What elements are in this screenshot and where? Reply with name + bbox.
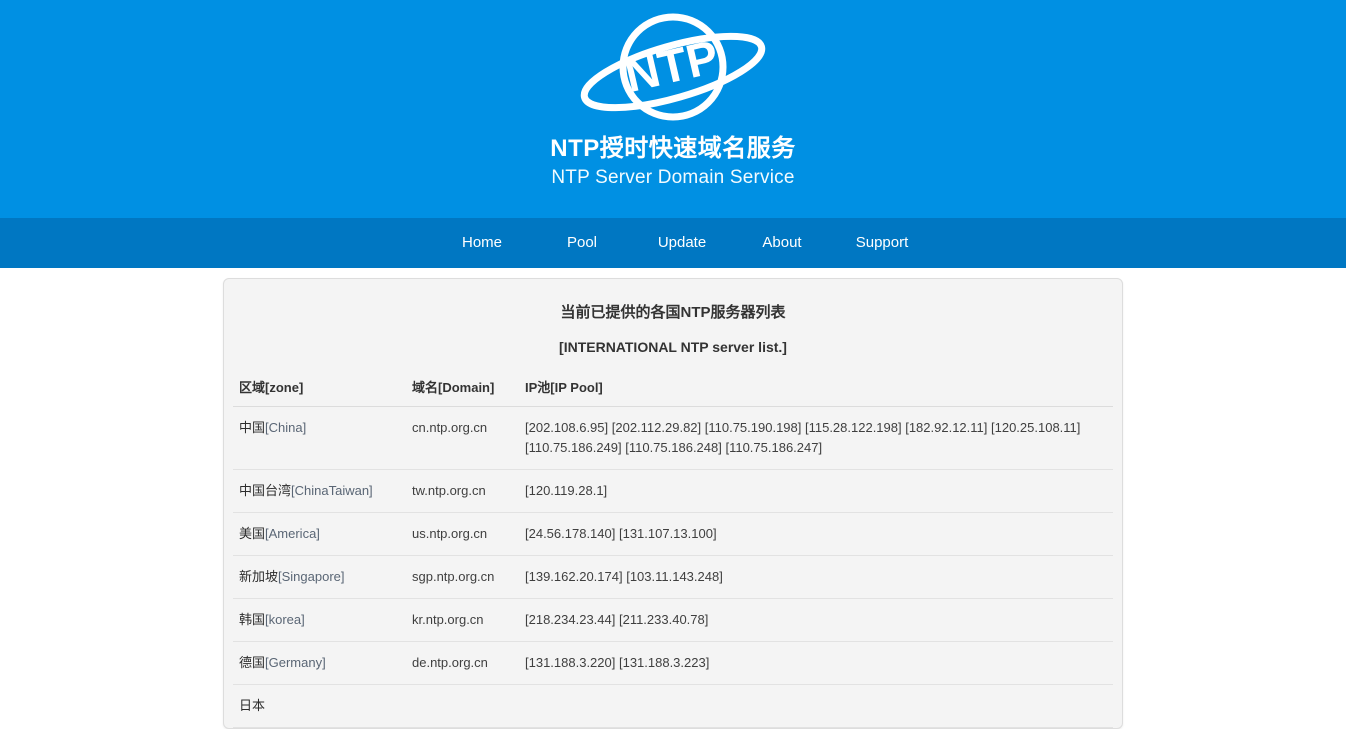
ip-pool-text: [131.188.3.220] [131.188.3.223]	[525, 655, 710, 670]
domain-text: de.ntp.org.cn	[412, 655, 488, 670]
ntp-planet-logo-icon: NTP	[573, 12, 773, 130]
ip-pool-text: [202.108.6.95] [202.112.29.82] [110.75.1…	[525, 420, 1081, 455]
cell-zone: 韩国[korea]	[233, 598, 406, 642]
cell-domain: sgp.ntp.org.cn	[406, 555, 519, 599]
table-row: 新加坡[Singapore] sgp.ntp.org.cn [139.162.20.…	[233, 555, 1113, 599]
column-header-zone: 区域[zone]	[233, 373, 406, 407]
brand-title-cn: NTP授时快速域名服务	[550, 135, 796, 162]
domain-text: cn.ntp.org.cn	[412, 420, 488, 435]
table-header-row: 区域[zone] 域名[Domain] IP池[IP Pool]	[233, 373, 1113, 407]
zone-name: 日本	[239, 698, 266, 713]
nav-item-pool[interactable]: Pool	[532, 218, 632, 268]
zone-name: 美国	[239, 526, 266, 541]
cell-ip-pool: [24.56.178.140] [131.107.13.100]	[519, 512, 1113, 556]
cell-ip-pool: [131.188.3.220] [131.188.3.223]	[519, 641, 1113, 685]
nav-item-support[interactable]: Support	[832, 218, 932, 268]
table-row: 日本	[233, 684, 1113, 728]
table-body: 中国[China] cn.ntp.org.cn [202.108.6.95] [20…	[233, 406, 1113, 728]
content-area: 当前已提供的各国NTP服务器列表 [INTERNATIONAL NTP serv…	[0, 268, 1346, 729]
zone-alias: [China]	[265, 420, 307, 435]
zone-alias: [Singapore]	[278, 569, 345, 584]
domain-text: sgp.ntp.org.cn	[412, 569, 495, 584]
table-row: 中国台湾[ChinaTaiwan] tw.ntp.org.cn [120.119.2…	[233, 469, 1113, 513]
column-header-ippool: IP池[IP Pool]	[519, 373, 1113, 407]
cell-zone: 美国[America]	[233, 512, 406, 556]
zone-name: 德国	[239, 655, 266, 670]
ntp-server-table: 区域[zone] 域名[Domain] IP池[IP Pool] 中国[Chin…	[233, 373, 1113, 728]
cell-ip-pool: [218.234.23.44] [211.233.40.78]	[519, 598, 1113, 642]
cell-domain: cn.ntp.org.cn	[406, 406, 519, 470]
table-row: 中国[China] cn.ntp.org.cn [202.108.6.95] [20…	[233, 406, 1113, 470]
zone-name: 新加坡	[239, 569, 279, 584]
table-row: 美国[America] us.ntp.org.cn [24.56.178.140] …	[233, 512, 1113, 556]
cell-zone: 新加坡[Singapore]	[233, 555, 406, 599]
zone-alias: [korea]	[265, 612, 305, 627]
cell-domain: tw.ntp.org.cn	[406, 469, 519, 513]
domain-text: tw.ntp.org.cn	[412, 483, 486, 498]
ip-pool-text: [120.119.28.1]	[525, 483, 608, 498]
server-list-panel: 当前已提供的各国NTP服务器列表 [INTERNATIONAL NTP serv…	[223, 278, 1123, 729]
domain-text: kr.ntp.org.cn	[412, 612, 484, 627]
nav-item-update[interactable]: Update	[632, 218, 732, 268]
cell-zone: 中国[China]	[233, 406, 406, 470]
column-header-domain: 域名[Domain]	[406, 373, 519, 407]
zone-name: 中国	[239, 420, 266, 435]
site-header: NTP NTP授时快速域名服务 NTP Server Domain Servic…	[0, 0, 1346, 218]
table-row: 德国[Germany] de.ntp.org.cn [131.188.3.220] …	[233, 641, 1113, 685]
ip-pool-text: [24.56.178.140] [131.107.13.100]	[525, 526, 717, 541]
cell-ip-pool: [139.162.20.174] [103.11.143.248]	[519, 555, 1113, 599]
table-row: 韩国[korea] kr.ntp.org.cn [218.234.23.44] [2…	[233, 598, 1113, 642]
cell-domain: kr.ntp.org.cn	[406, 598, 519, 642]
cell-domain: us.ntp.org.cn	[406, 512, 519, 556]
ip-pool-text: [218.234.23.44] [211.233.40.78]	[525, 612, 709, 627]
cell-zone: 德国[Germany]	[233, 641, 406, 685]
zone-alias: [ChinaTaiwan]	[291, 483, 373, 498]
panel-title: 当前已提供的各国NTP服务器列表	[560, 304, 786, 321]
zone-name: 中国台湾	[239, 483, 292, 498]
zone-name: 韩国	[239, 612, 266, 627]
cell-ip-pool	[519, 684, 1113, 728]
cell-ip-pool: [202.108.6.95] [202.112.29.82] [110.75.1…	[519, 406, 1113, 470]
cell-zone: 日本	[233, 684, 406, 728]
zone-alias: [Germany]	[265, 655, 326, 670]
table-header: 区域[zone] 域名[Domain] IP池[IP Pool]	[233, 373, 1113, 407]
nav-item-home[interactable]: Home	[432, 218, 532, 268]
zone-alias: [America]	[265, 526, 320, 541]
cell-ip-pool: [120.119.28.1]	[519, 469, 1113, 513]
domain-text: us.ntp.org.cn	[412, 526, 488, 541]
brand-title-en: NTP Server Domain Service	[551, 167, 795, 189]
nav-item-about[interactable]: About	[732, 218, 832, 268]
cell-domain	[406, 684, 519, 728]
panel-subtitle: [INTERNATIONAL NTP server list.]	[559, 339, 787, 355]
ip-pool-text: [139.162.20.174] [103.11.143.248]	[525, 569, 723, 584]
main-navigation: Home Pool Update About Support	[0, 218, 1346, 268]
cell-zone: 中国台湾[ChinaTaiwan]	[233, 469, 406, 513]
cell-domain: de.ntp.org.cn	[406, 641, 519, 685]
